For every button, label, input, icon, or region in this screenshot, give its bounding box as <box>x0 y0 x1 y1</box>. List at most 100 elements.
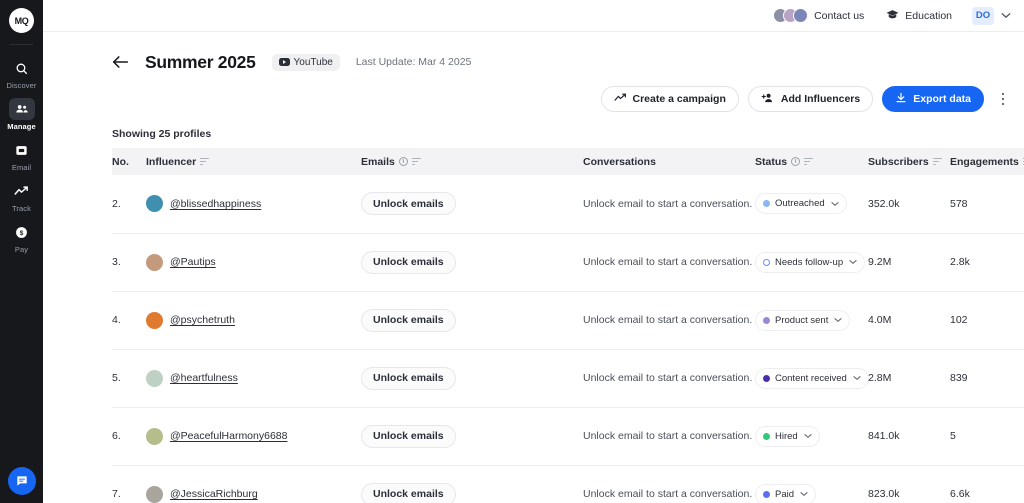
download-icon <box>895 92 907 107</box>
th-influencer: Influencer <box>146 148 361 175</box>
platform-label: YouTube <box>294 57 333 68</box>
sidebar-item-discover[interactable]: Discover <box>0 54 43 95</box>
th-influencer-label: Influencer <box>146 156 196 168</box>
cell-engagements: 6.6k <box>950 465 1024 503</box>
cell-engagements: 839 <box>950 349 1024 407</box>
cell-influencer: @PeacefulHarmony6688 <box>146 407 361 465</box>
page-header: Summer 2025 YouTube Last Update: Mar 4 2… <box>43 43 1024 81</box>
cell-subscribers: 352.0k <box>868 175 950 233</box>
avatar <box>146 428 163 445</box>
create-campaign-button[interactable]: Create a campaign <box>601 86 739 112</box>
sort-icon-emails[interactable] <box>412 158 421 165</box>
cell-emails: Unlock emails <box>361 465 583 503</box>
status-label: Hired <box>775 431 798 442</box>
sort-icon-status[interactable] <box>804 158 813 165</box>
add-influencers-label: Add Influencers <box>781 93 860 105</box>
chat-bubble-icon[interactable] <box>8 467 36 495</box>
app-logo[interactable]: MQ <box>9 8 34 33</box>
table-row[interactable]: 7. @JessicaRichburg Unlock emails Unlock em… <box>112 465 1024 503</box>
cell-no: 6. <box>112 407 146 465</box>
avatar <box>146 370 163 387</box>
status-badge[interactable]: Product sent <box>755 310 850 331</box>
info-icon-emails[interactable]: i <box>399 157 408 166</box>
unlock-emails-button[interactable]: Unlock emails <box>361 309 456 332</box>
topbar: Contact us Education DO <box>43 0 1024 32</box>
cell-status: Content received <box>755 349 868 407</box>
sidebar-item-pay[interactable]: $ Pay <box>0 218 43 259</box>
cell-conversations: Unlock email to start a conversation. <box>583 349 755 407</box>
inbox-icon <box>9 139 35 161</box>
table-body: 2.@blissedhappinessUnlock emailsUnlock e… <box>112 175 1024 503</box>
status-dot-icon <box>763 317 770 324</box>
influencer-handle[interactable]: @heartfulness <box>170 372 238 384</box>
cell-subscribers: 9.2M <box>868 233 950 291</box>
status-badge[interactable]: Content received <box>755 368 869 389</box>
contact-us-button[interactable]: Contact us <box>773 8 864 23</box>
chevron-down-icon[interactable] <box>1001 12 1011 19</box>
unlock-emails-button[interactable]: Unlock emails <box>361 367 456 390</box>
status-badge[interactable]: Needs follow-up <box>755 252 865 273</box>
cell-engagements: 102 <box>950 291 1024 349</box>
create-campaign-label: Create a campaign <box>633 93 726 105</box>
page-title: Summer 2025 <box>145 52 256 73</box>
sort-icon-subscribers[interactable] <box>933 158 942 165</box>
cell-no: 5. <box>112 349 146 407</box>
status-badge[interactable]: Paid <box>755 484 816 503</box>
conversation-placeholder: Unlock email to start a conversation. <box>583 198 752 210</box>
sidebar-item-manage[interactable]: Manage <box>0 95 43 136</box>
add-influencers-button[interactable]: Add Influencers <box>748 86 873 112</box>
table-header: No. Influencer Emailsi Conversations Sta… <box>112 148 1024 175</box>
table-row[interactable]: 3.@PautipsUnlock emailsUnlock email to s… <box>112 233 1024 291</box>
cell-status: Hired <box>755 407 868 465</box>
conversation-placeholder: Unlock email to start a conversation. <box>583 256 752 268</box>
export-data-button[interactable]: Export data <box>882 86 984 112</box>
cell-conversations: Unlock email to start a conversation. <box>583 465 755 503</box>
cell-engagements: 578 <box>950 175 1024 233</box>
sidebar-label-discover: Discover <box>7 81 37 90</box>
cell-status: Outreached <box>755 175 868 233</box>
status-badge[interactable]: Outreached <box>755 193 847 214</box>
th-no: No. <box>112 148 146 175</box>
sidebar-label-pay: Pay <box>15 245 28 254</box>
table-row[interactable]: 4.@psychetruthUnlock emailsUnlock email … <box>112 291 1024 349</box>
influencer-handle[interactable]: @Pautips <box>170 256 216 268</box>
table-row[interactable]: 2.@blissedhappinessUnlock emailsUnlock e… <box>112 175 1024 233</box>
table-row[interactable]: 6. @PeacefulHarmony6688 Unlock emails Unloc… <box>112 407 1024 465</box>
influencer-handle[interactable]: @psychetruth <box>170 314 235 326</box>
sidebar-nav: Discover Manage Email Track <box>0 54 43 259</box>
kebab-menu-icon[interactable] <box>995 87 1011 111</box>
cell-no: 7. <box>112 465 146 503</box>
conversation-placeholder: Unlock email to start a conversation. <box>583 430 752 442</box>
education-button[interactable]: Education <box>886 9 952 23</box>
influencer-handle[interactable]: @blissedhappiness <box>170 198 261 210</box>
influencer-handle[interactable]: @JessicaRichburg <box>170 488 258 500</box>
th-conversations: Conversations <box>583 148 755 175</box>
status-dot-icon <box>763 259 770 266</box>
avatar <box>146 312 163 329</box>
cell-engagements: 2.8k <box>950 233 1024 291</box>
unlock-emails-button[interactable]: Unlock emails <box>361 192 456 215</box>
contact-us-label: Contact us <box>814 10 864 22</box>
cell-emails: Unlock emails <box>361 349 583 407</box>
sidebar-item-track[interactable]: Track <box>0 177 43 218</box>
arrow-left-icon[interactable] <box>112 55 129 69</box>
table-row[interactable]: 5. @heartfulness Unlock emails Unlock email… <box>112 349 1024 407</box>
info-icon-status[interactable]: i <box>791 157 800 166</box>
sidebar-item-email[interactable]: Email <box>0 136 43 177</box>
sidebar: MQ Discover Manage Email <box>0 0 43 503</box>
unlock-emails-button[interactable]: Unlock emails <box>361 251 456 274</box>
influencer-handle[interactable]: @PeacefulHarmony6688 <box>170 430 287 442</box>
unlock-emails-button[interactable]: Unlock emails <box>361 425 456 448</box>
cell-conversations: Unlock email to start a conversation. <box>583 233 755 291</box>
unlock-emails-button[interactable]: Unlock emails <box>361 483 456 503</box>
th-no-label: No. <box>112 156 129 168</box>
cell-influencer: @Pautips <box>146 233 361 291</box>
trend-up-icon <box>614 93 627 106</box>
user-initials-badge[interactable]: DO <box>972 7 994 25</box>
sort-icon-influencer[interactable] <box>200 158 209 165</box>
cell-subscribers: 823.0k <box>868 465 950 503</box>
cell-influencer: @heartfulness <box>146 349 361 407</box>
cell-emails: Unlock emails <box>361 175 583 233</box>
status-dot-icon <box>763 433 770 440</box>
status-badge[interactable]: Hired <box>755 426 820 447</box>
